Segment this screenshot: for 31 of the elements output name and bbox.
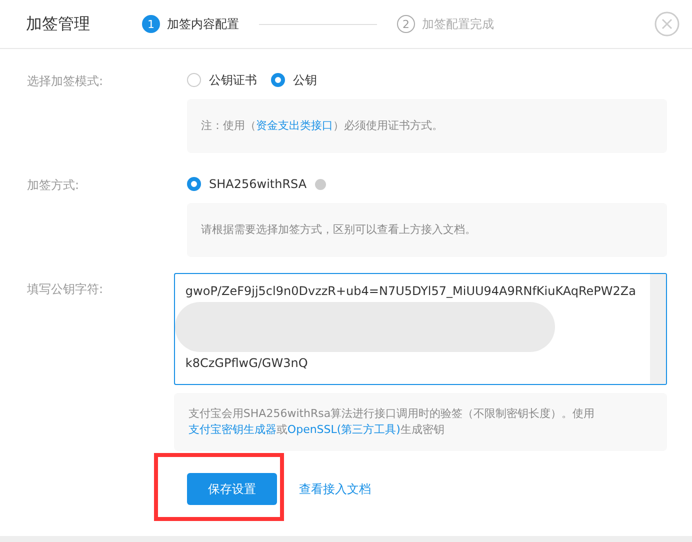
hint-text: ）必须使用证书方式。 <box>333 119 443 132</box>
scrollbar[interactable] <box>650 274 666 384</box>
hint-text: 支付宝会用SHA256withRsa算法进行接口调用时的验签（不限制密钥长度）。使用 <box>188 407 595 420</box>
help-icon[interactable] <box>314 178 326 190</box>
link[interactable]: 资金支出类接口 <box>256 119 333 132</box>
text-line: gwoP/ZeF9jj5cl9n0DvzzR+ub4=N7U5DYl57_MiUU94A9RNfKiuKAqRePW2Za <box>185 283 636 300</box>
doc-link[interactable]: 查看接入文档 <box>299 480 371 498</box>
field-label: 选择加签模式: <box>27 73 104 90</box>
hint-text: 请根据需要选择加签方式，区别可以查看上方接入文档。 <box>201 223 476 236</box>
radio-button[interactable] <box>271 73 285 87</box>
radio-label: SHA256withRSA <box>209 177 307 191</box>
step-number-icon: 2 <box>397 15 415 33</box>
step-label: 加签内容配置 <box>167 16 239 32</box>
step-label: 加签配置完成 <box>422 16 494 32</box>
dialog-title: 加签管理 <box>26 14 91 34</box>
link[interactable]: OpenSSL(第三方工具) <box>287 423 400 436</box>
radio-label: 公钥 <box>293 72 317 88</box>
radio-button[interactable] <box>187 73 201 87</box>
hint-text: 或 <box>276 423 288 436</box>
hint-text: 生成密钥 <box>400 423 444 436</box>
link[interactable]: 支付宝密钥生成器 <box>188 423 276 436</box>
key-textarea[interactable]: gwoP/ZeF9jj5cl9n0DvzzR+ub4=N7U5DYl57_MiUU94A9RNfKiuKAqRePW2Za k8CzGPflwG/GW3nQ <box>174 273 667 385</box>
hint-text: 注：使用（ <box>201 119 256 132</box>
field-label: 加签方式: <box>27 177 80 194</box>
close-icon[interactable] <box>654 11 680 37</box>
text-line: k8CzGPflwG/GW3nQ <box>185 355 309 372</box>
step-number-icon: 1 <box>142 15 160 33</box>
save-button[interactable]: 保存设置 <box>187 473 277 505</box>
radio-button[interactable] <box>187 177 201 191</box>
radio-label: 公钥证书 <box>209 72 257 88</box>
field-label: 填写公钥字符: <box>27 281 104 298</box>
